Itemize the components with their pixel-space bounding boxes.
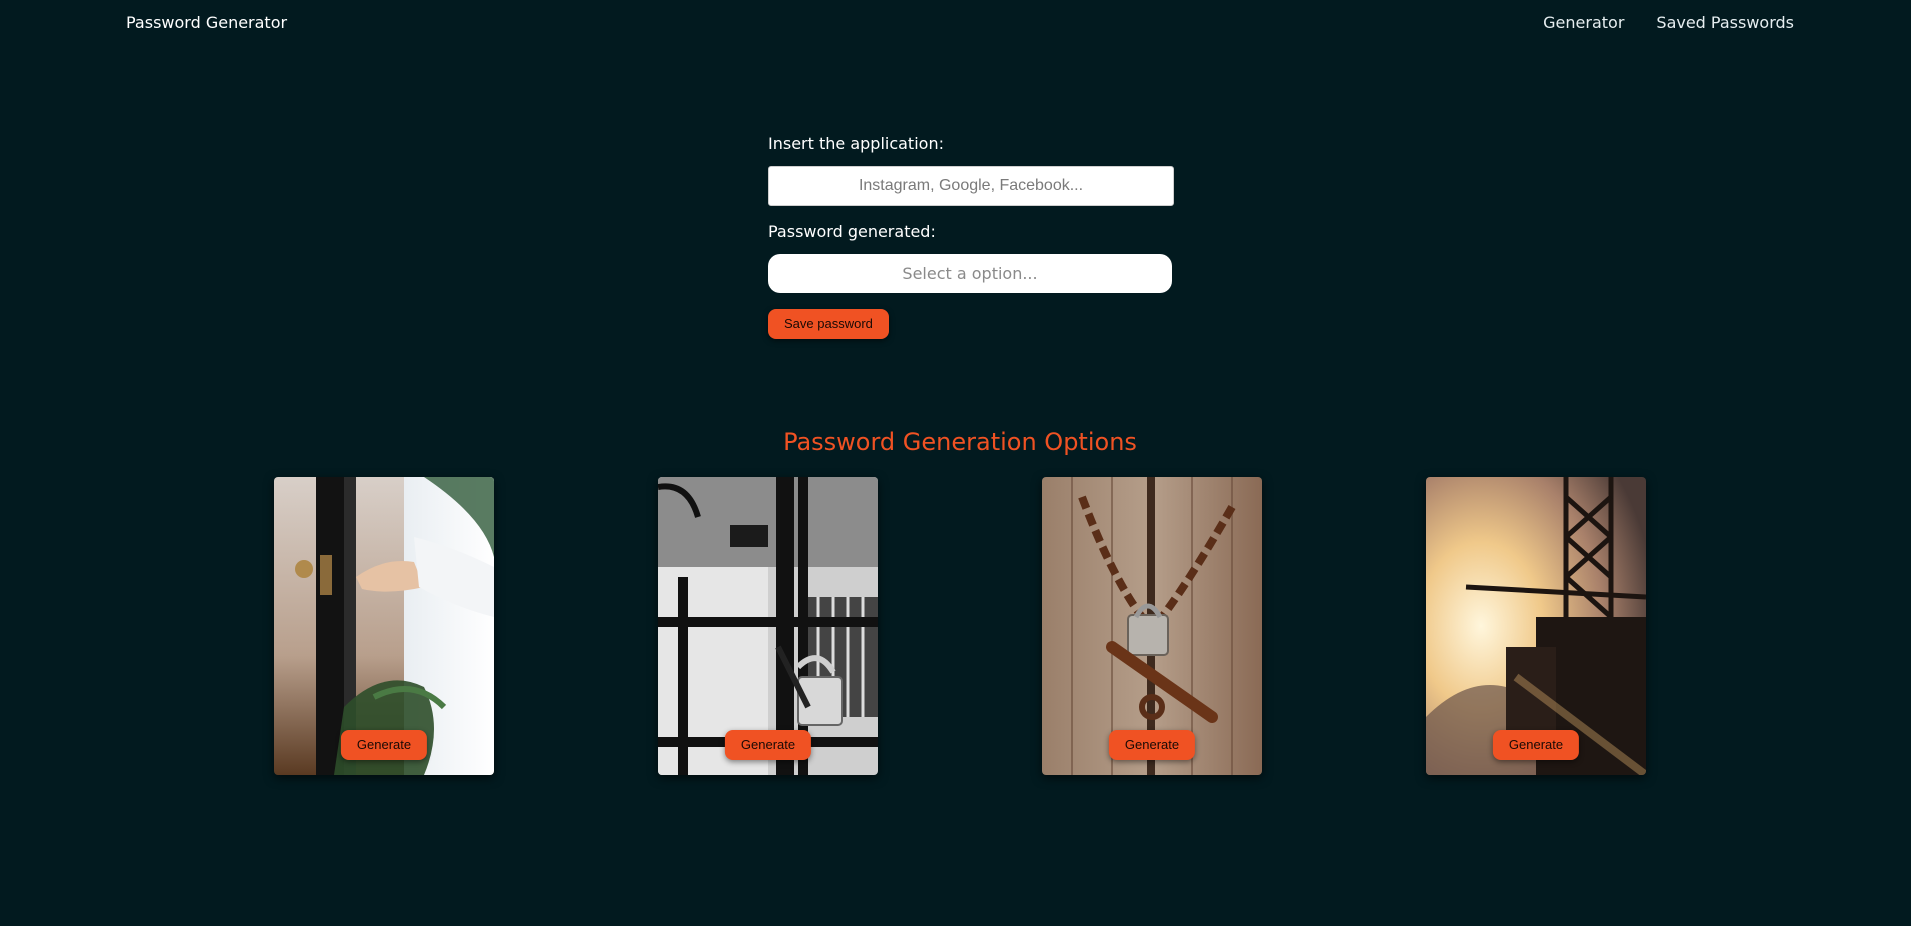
nav-link-saved-passwords[interactable]: Saved Passwords — [1656, 13, 1794, 32]
option-card-3: Generate — [1042, 477, 1262, 775]
nav-links: Generator Saved Passwords — [1543, 13, 1794, 32]
password-form: Insert the application: Password generat… — [768, 134, 1174, 339]
nav-link-generator[interactable]: Generator — [1543, 13, 1624, 32]
option-card-4: Generate — [1426, 477, 1646, 775]
top-navbar: Password Generator Generator Saved Passw… — [0, 0, 1911, 46]
option-card-2: Generate — [658, 477, 878, 775]
options-title: Password Generation Options — [783, 428, 1137, 456]
option-card-1: Generate — [274, 477, 494, 775]
generate-button-2[interactable]: Generate — [724, 730, 812, 760]
password-generated-label: Password generated: — [768, 222, 936, 241]
password-select[interactable]: Select a option... — [768, 254, 1172, 293]
application-label: Insert the application: — [768, 134, 944, 153]
save-password-button[interactable]: Save password — [768, 309, 889, 339]
generate-button-3[interactable]: Generate — [1108, 730, 1196, 760]
brand-link[interactable]: Password Generator — [126, 13, 287, 32]
generate-button-1[interactable]: Generate — [340, 730, 428, 760]
generate-button-4[interactable]: Generate — [1492, 730, 1580, 760]
application-input[interactable] — [768, 166, 1174, 206]
